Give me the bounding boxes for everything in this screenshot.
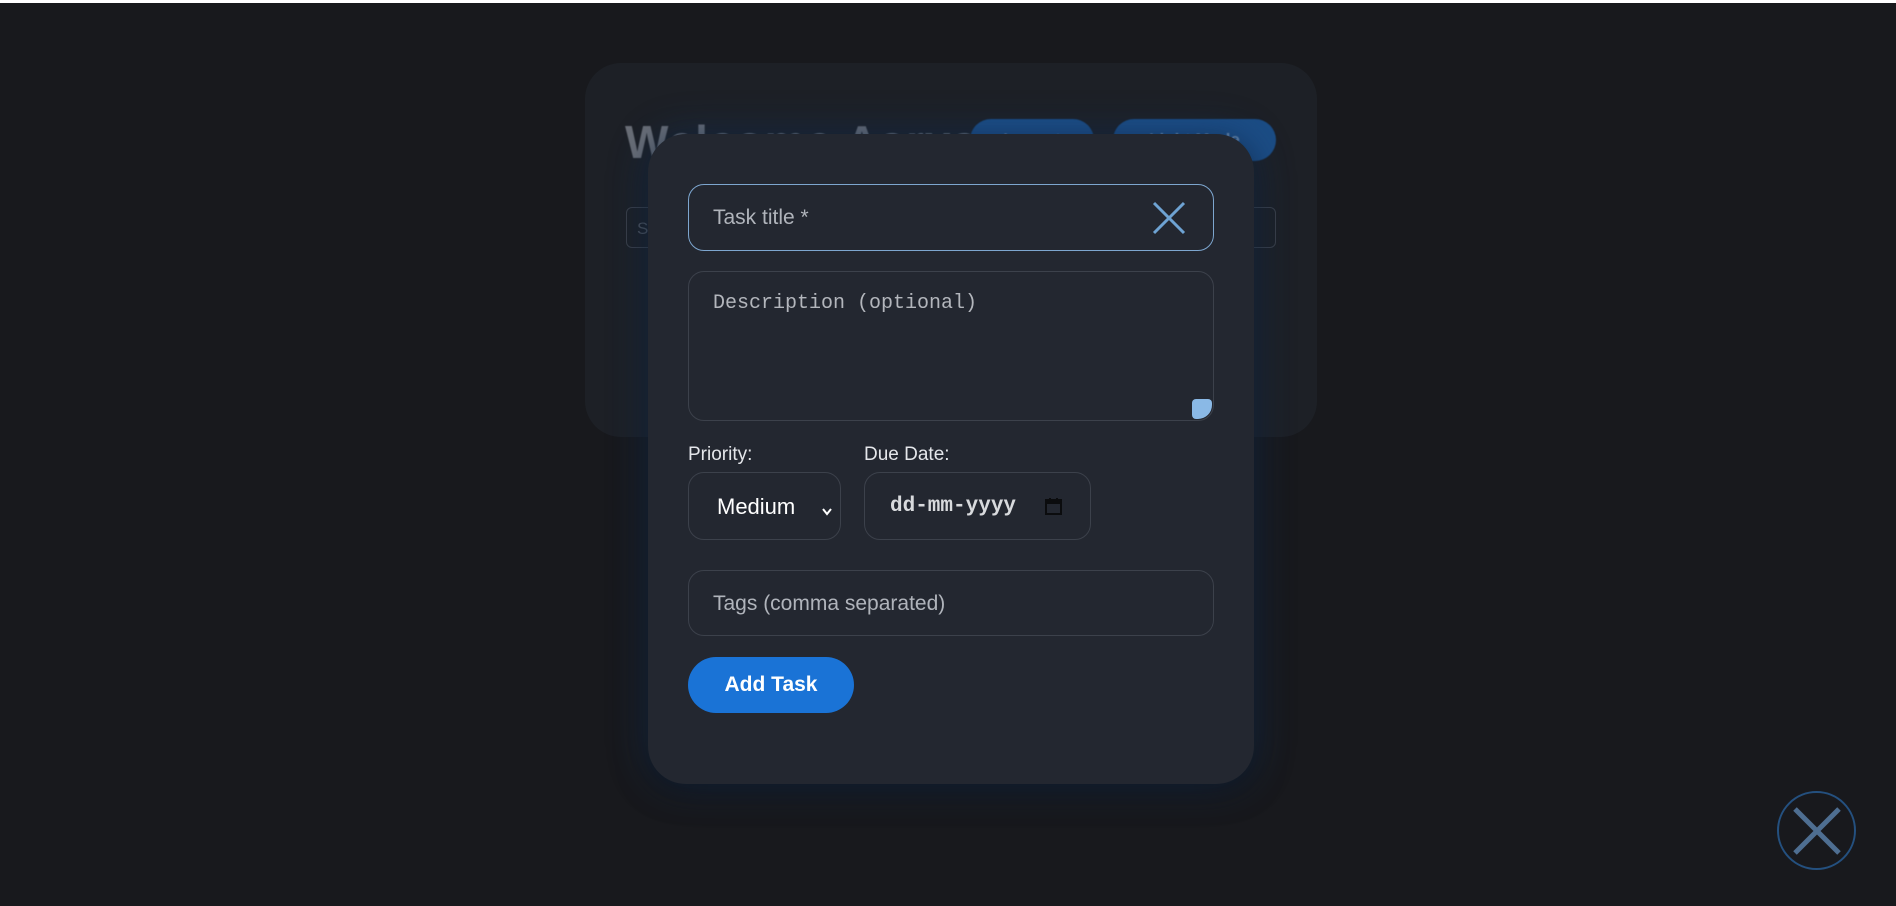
task-title-placeholder: Task title * [713,206,809,229]
close-icon[interactable] [1151,200,1187,236]
due-date-label: Due Date: [864,444,950,465]
add-task-modal: Task title * Description (optional) Prio… [648,134,1254,784]
task-title-input[interactable]: Task title * [688,184,1214,251]
due-date-input[interactable]: dd-mm-yyyy [864,472,1091,540]
due-date-placeholder: dd-mm-yyyy [890,495,1017,518]
calendar-icon[interactable] [1044,497,1063,516]
add-task-button[interactable]: Add Task [688,657,854,713]
resize-handle[interactable] [1192,399,1212,419]
chevron-down-icon [820,499,834,516]
close-modal-button[interactable] [1777,791,1856,870]
description-textarea[interactable]: Description (optional) [688,271,1214,421]
tags-input[interactable]: Tags (comma separated) [688,570,1214,636]
tags-placeholder: Tags (comma separated) [713,592,946,615]
top-border [0,0,1896,3]
description-placeholder: Description (optional) [713,292,978,315]
priority-select[interactable]: Medium [688,472,841,540]
close-icon [1793,807,1841,855]
priority-label: Priority: [688,444,753,465]
priority-value: Medium [717,494,796,519]
